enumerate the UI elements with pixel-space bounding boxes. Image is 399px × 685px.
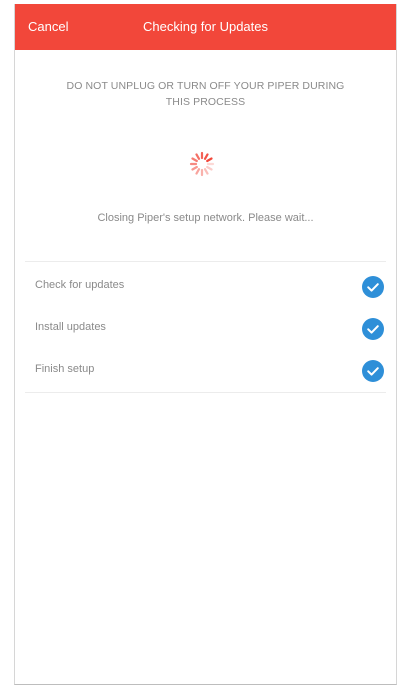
check-circle-icon [362,360,384,382]
step-finish-setup: Finish setup [15,350,396,392]
step-label: Check for updates [35,279,125,291]
step-check-for-updates: Check for updates [15,266,396,308]
page-title: Checking for Updates [142,19,268,34]
step-label: Finish setup [35,363,95,375]
warning-message: DO NOT UNPLUG OR TURN OFF YOUR PIPER DUR… [23,78,388,110]
header-bar: Cancel Checking for Updates [15,4,396,50]
warning-line-2: THIS PROCESS [165,96,246,108]
steps-list: Check for updates Install updates Finish… [15,266,396,392]
divider [25,392,386,393]
step-install-updates: Install updates [15,308,396,350]
warning-line-1: DO NOT UNPLUG OR TURN OFF YOUR PIPER DUR… [66,80,345,92]
spinner-icon [189,151,215,177]
step-label: Install updates [35,321,106,333]
divider [25,261,386,262]
status-text: Closing Piper's setup network. Please wa… [97,212,314,224]
check-circle-icon [362,276,384,298]
check-circle-icon [362,318,384,340]
app-screen: Cancel Checking for Updates DO NOT UNPLU… [14,4,397,685]
